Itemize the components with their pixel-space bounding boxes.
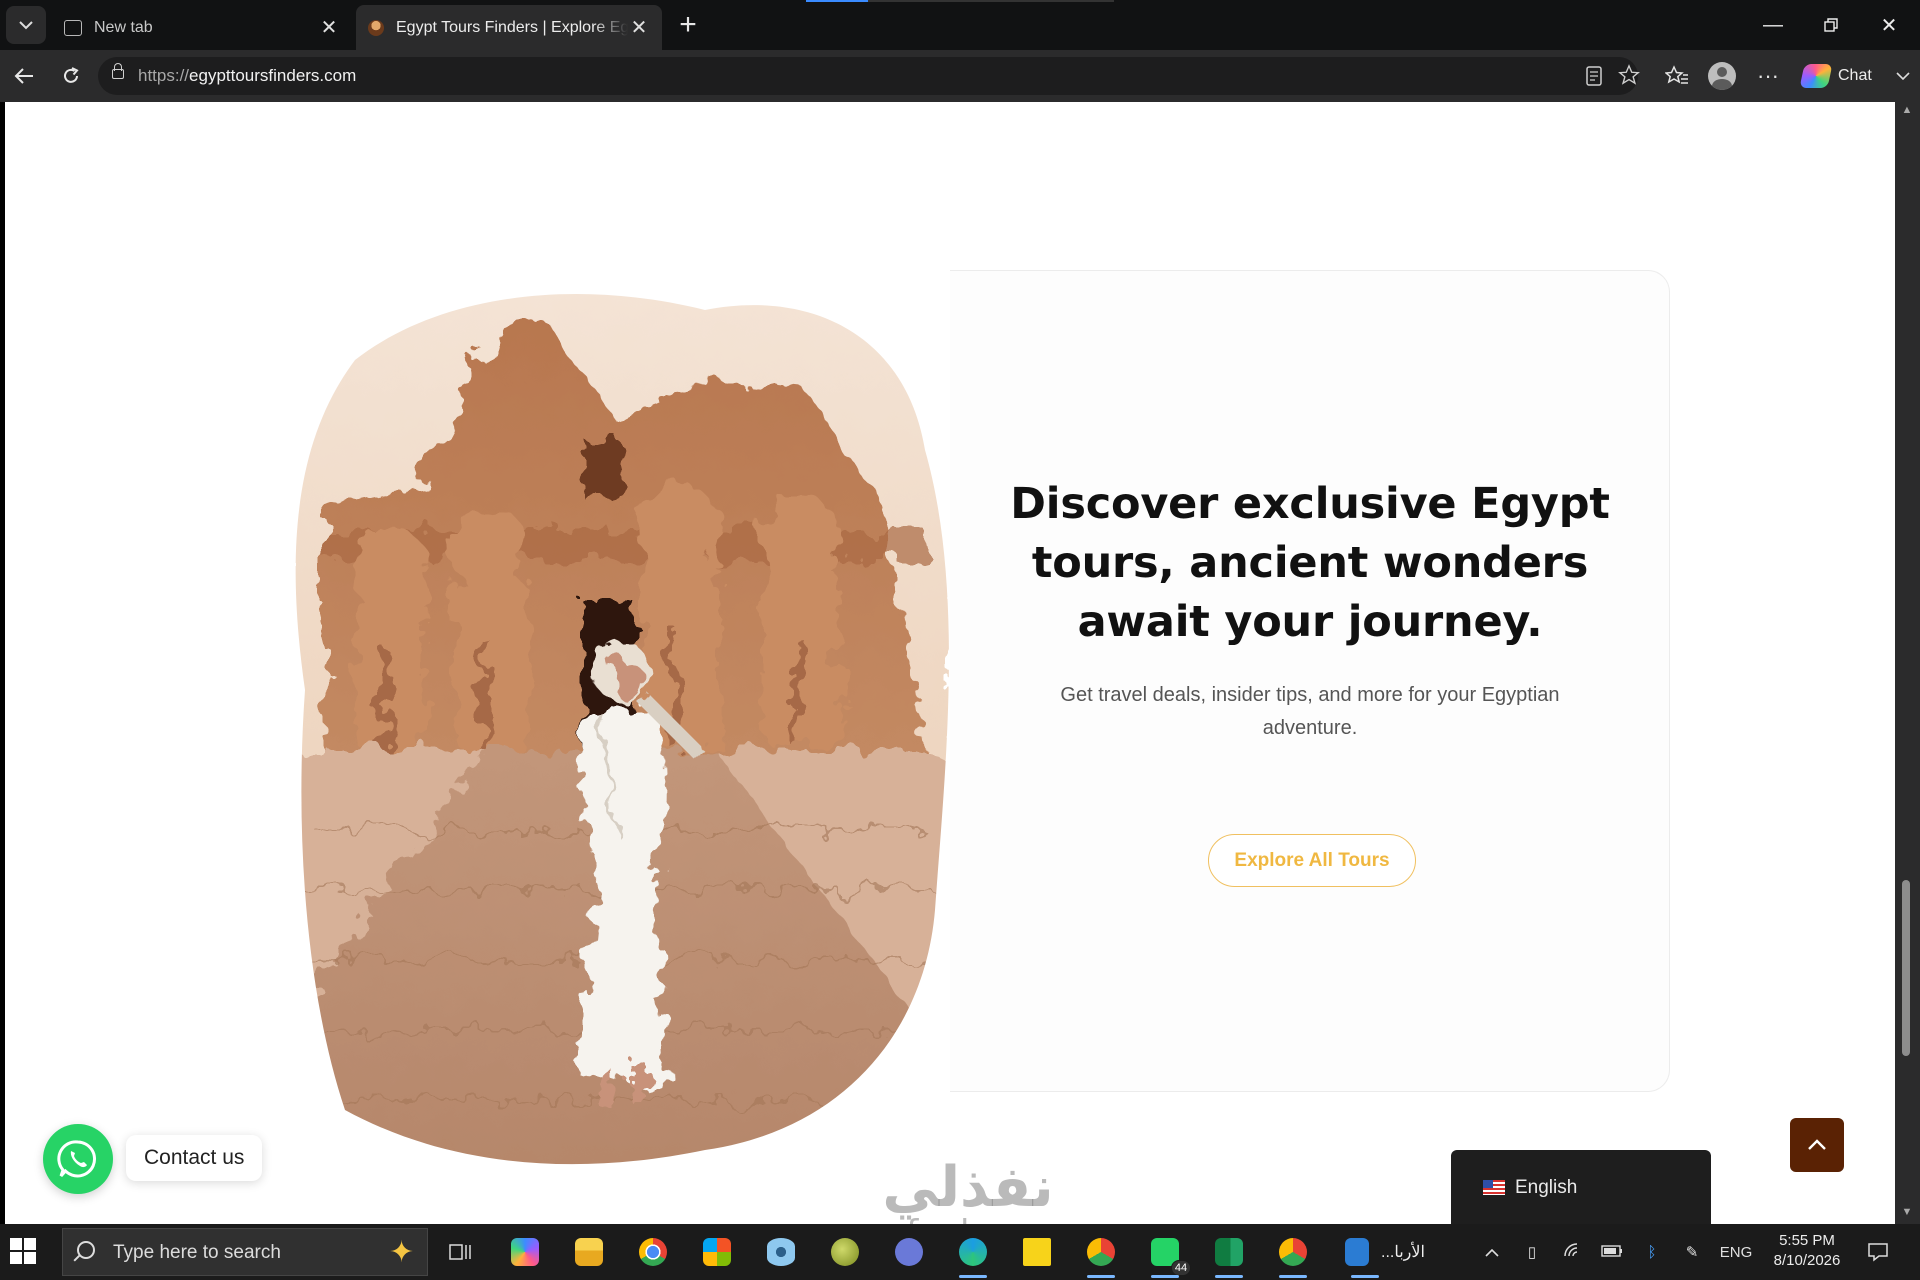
reader-view-icon[interactable] (1586, 66, 1602, 91)
close-tab-icon[interactable]: ✕ (628, 17, 650, 39)
chrome-profile-icon[interactable] (1081, 1232, 1121, 1278)
input-language[interactable]: ENG (1712, 1244, 1760, 1261)
explore-all-tours-button[interactable]: Explore All Tours (1208, 834, 1416, 887)
pen-icon[interactable]: ✎ (1672, 1243, 1712, 1261)
globe-app-icon[interactable] (825, 1232, 865, 1272)
back-icon[interactable] (6, 58, 42, 94)
chat-label: Chat (1838, 67, 1872, 84)
system-tray: ▯ ᛒ ✎ ENG (1472, 1224, 1760, 1280)
whatsapp-badge: 44 (1171, 1260, 1191, 1276)
tab-title: Egypt Tours Finders | Explore Egypt (396, 18, 628, 36)
file-explorer-icon[interactable] (569, 1232, 609, 1272)
whatsapp-button[interactable] (43, 1124, 113, 1194)
copilot-app-icon[interactable] (505, 1232, 545, 1272)
word-document-task[interactable]: ...الأربا (1345, 1232, 1445, 1278)
us-flag-icon (1483, 1180, 1505, 1195)
site-favicon (368, 19, 384, 36)
windows-taskbar: Type here to search ✦ 44 ...الأربا ▯ ᛒ ✎… (0, 1224, 1920, 1280)
microsoft-store-icon[interactable] (697, 1232, 737, 1272)
clock-time: 5:55 PM (1779, 1232, 1835, 1249)
favorite-star-icon[interactable] (1618, 64, 1640, 91)
notifications-icon[interactable] (1858, 1232, 1898, 1272)
profile-avatar[interactable] (1708, 62, 1736, 90)
chrome-icon[interactable] (633, 1232, 673, 1272)
task-view-icon[interactable] (440, 1232, 480, 1272)
clock-date: 8/10/2026 (1773, 1252, 1841, 1269)
minimize-icon[interactable]: — (1744, 0, 1802, 50)
hero-subline: Get travel deals, insider tips, and more… (1060, 684, 1560, 739)
tab-list-button[interactable] (6, 6, 46, 44)
page-viewport: Discover exclusive Egypt tours, ancient … (5, 102, 1895, 1224)
favorites-icon[interactable] (1659, 58, 1695, 94)
new-tab-icon (64, 19, 82, 36)
whatsapp-taskbar-icon[interactable]: 44 (1145, 1232, 1191, 1278)
browser-tab-bar: New tab ✕ Egypt Tours Finders | Explore … (0, 0, 1920, 50)
task-label: ...الأربا (1381, 1244, 1425, 1261)
chevron-down-icon (1896, 72, 1910, 80)
eye-app-icon[interactable] (761, 1232, 801, 1272)
scroll-to-top-button[interactable] (1790, 1118, 1844, 1172)
edge-browser-icon[interactable] (953, 1232, 993, 1278)
hero-text-card: Discover exclusive Egypt tours, ancient … (950, 270, 1670, 1092)
hero-image (295, 294, 949, 1165)
more-options-icon[interactable]: ··· (1750, 58, 1786, 94)
lock-icon[interactable] (112, 63, 124, 79)
device-icon[interactable]: ▯ (1512, 1243, 1552, 1261)
whatsapp-icon (57, 1140, 97, 1178)
contact-us-label[interactable]: Contact us (126, 1135, 263, 1181)
chrome-second-icon[interactable] (1273, 1232, 1313, 1278)
address-bar[interactable]: https://egypttoursfinders.com (98, 57, 1640, 95)
copilot-chat-button[interactable]: Chat (1794, 58, 1914, 94)
scroll-down-arrow-icon[interactable]: ▼ (1900, 1206, 1914, 1220)
close-window-icon[interactable]: ✕ (1860, 0, 1918, 50)
loading-indicator (806, 0, 1114, 2)
network-icon[interactable] (1552, 1242, 1592, 1262)
language-switcher[interactable]: English (1451, 1150, 1711, 1224)
tab-egypt-tours[interactable]: Egypt Tours Finders | Explore Egypt ✕ (356, 5, 662, 50)
battery-icon[interactable] (1592, 1244, 1632, 1261)
taskbar-search-box[interactable]: Type here to search ✦ (62, 1228, 428, 1276)
language-label: English (1515, 1177, 1578, 1198)
scroll-up-arrow-icon[interactable]: ▲ (1900, 104, 1914, 118)
refresh-icon[interactable] (53, 58, 89, 94)
close-tab-icon[interactable]: ✕ (318, 17, 340, 39)
tab-title: New tab (94, 18, 153, 36)
bluetooth-icon[interactable]: ᛒ (1632, 1244, 1672, 1261)
scrollbar-thumb[interactable] (1902, 880, 1910, 1056)
browser-toolbar: https://egypttoursfinders.com ··· Chat (0, 50, 1920, 102)
restore-icon[interactable] (1802, 0, 1860, 50)
new-tab-button[interactable]: + (672, 10, 704, 42)
sparkle-icon: ✦ (389, 1236, 415, 1269)
chevron-down-icon (19, 21, 33, 30)
tab-new-tab[interactable]: New tab ✕ (52, 5, 352, 50)
search-placeholder: Type here to search (113, 1242, 281, 1263)
sticky-notes-icon[interactable] (1017, 1232, 1057, 1272)
search-icon (77, 1241, 95, 1259)
hero-headline: Discover exclusive Egypt tours, ancient … (1010, 479, 1610, 647)
watermark-arabic: نفذلي (882, 1155, 1054, 1220)
chevron-up-icon (1808, 1139, 1826, 1150)
system-clock[interactable]: 5:55 PM 8/10/2026 (1762, 1231, 1852, 1271)
windows-start-icon[interactable] (10, 1238, 36, 1264)
people-app-icon[interactable] (889, 1232, 929, 1272)
url-text: https://egypttoursfinders.com (138, 66, 357, 85)
excel-icon[interactable] (1209, 1232, 1249, 1278)
show-hidden-icons[interactable] (1472, 1244, 1512, 1261)
copilot-icon (1799, 64, 1833, 88)
